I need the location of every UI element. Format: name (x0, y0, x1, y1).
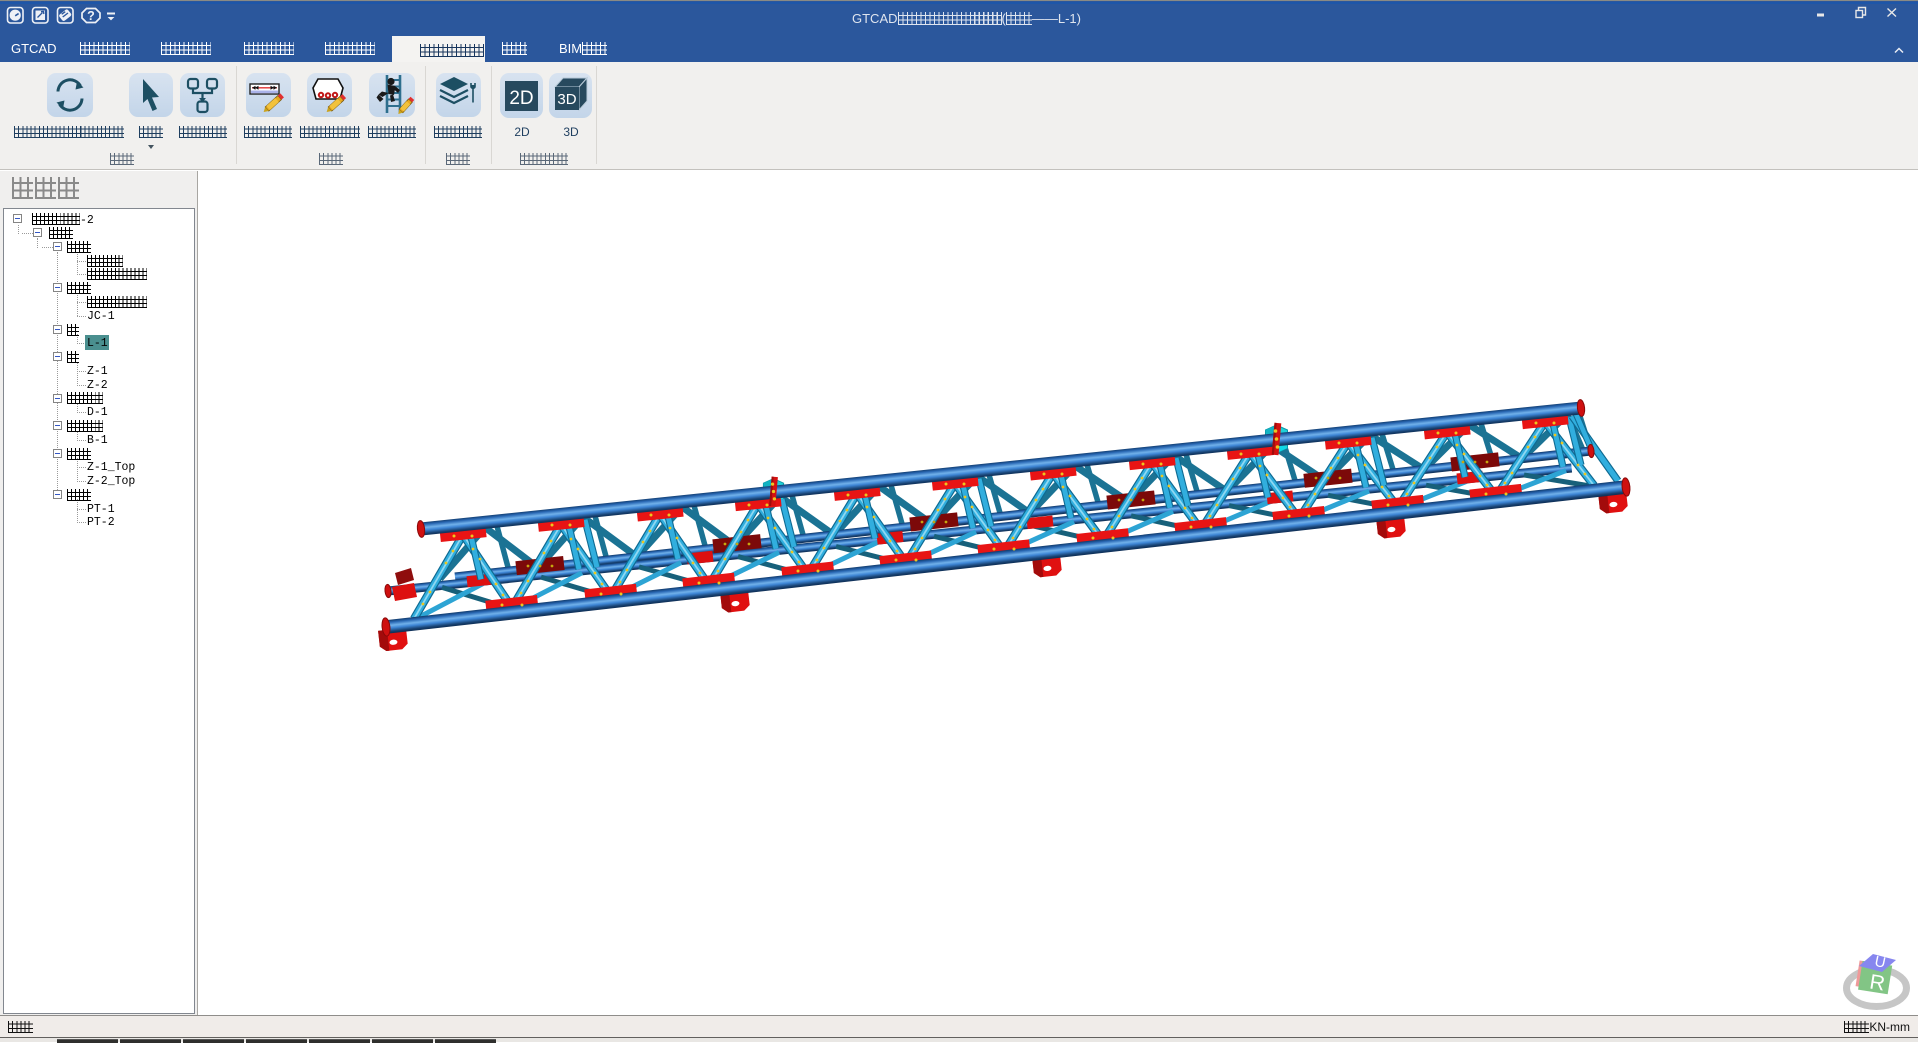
svg-text:3D: 3D (557, 91, 576, 108)
svg-text:2D: 2D (509, 88, 533, 109)
svg-text:?: ? (87, 9, 95, 23)
